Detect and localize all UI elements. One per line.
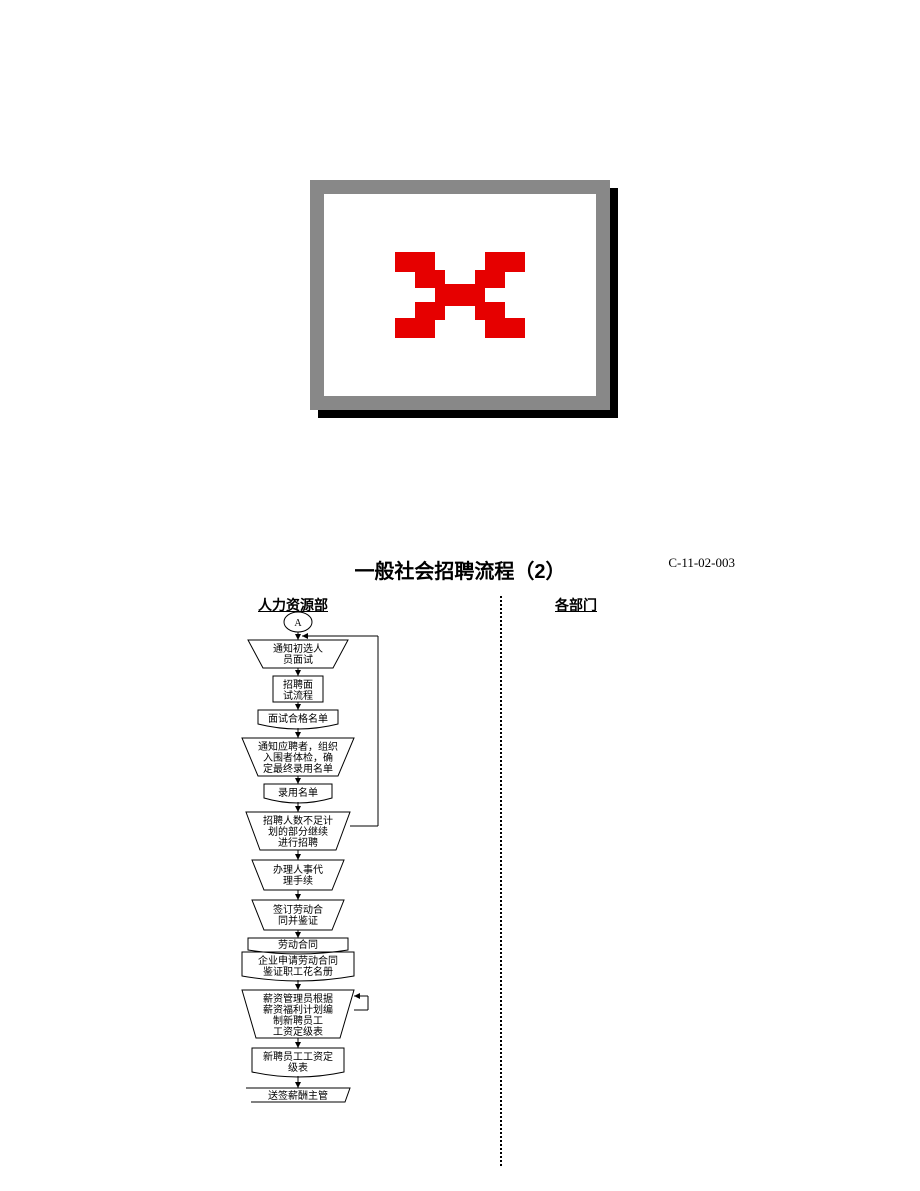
- node-n4-l2: 入围者体检，确: [263, 751, 333, 764]
- node-n8-l2: 同并鉴证: [278, 914, 318, 927]
- node-n10-l2: 薪资福利计划编: [263, 1003, 333, 1016]
- logo-x-icon: [385, 240, 535, 350]
- node-n6-l2: 划的部分继续: [268, 825, 328, 838]
- node-n6-l1: 招聘人数不足计: [263, 814, 333, 827]
- node-n7-l2: 理手续: [283, 874, 313, 887]
- node-start: A: [294, 618, 302, 629]
- node-n6-l3: 进行招聘: [278, 836, 318, 849]
- node-n3: 面试合格名单: [268, 712, 328, 725]
- document-number: C-11-02-003: [668, 555, 735, 571]
- node-n11-l2: 级表: [288, 1061, 308, 1074]
- swimlane-divider: [500, 596, 502, 1166]
- node-n9b-l2: 鉴证职工花名册: [263, 965, 333, 978]
- node-n10-l3: 制新聘员工: [273, 1014, 323, 1027]
- flowchart-title: 一般社会招聘流程（2）: [0, 555, 920, 584]
- node-n10-l1: 薪资管理员根据: [263, 992, 333, 1005]
- node-n9a: 劳动合同: [278, 938, 318, 951]
- flowchart: A 通知初选人 员面试 招聘面 试流程 面试合格名单 通知应聘者，组织 入围者体…: [218, 610, 458, 1170]
- node-n1-l2: 员面试: [283, 653, 313, 666]
- node-n4-l1: 通知应聘者，组织: [258, 740, 338, 753]
- logo-box: [310, 180, 610, 410]
- node-n7-l1: 办理人事代: [273, 863, 323, 876]
- node-n10-l4: 工资定级表: [273, 1025, 323, 1038]
- node-n12: 送签薪酬主管: [268, 1089, 328, 1102]
- node-n8-l1: 签订劳动合: [273, 903, 323, 916]
- node-n5: 录用名单: [278, 786, 318, 799]
- node-n2-l2: 试流程: [283, 689, 313, 702]
- lane-header-dept: 各部门: [555, 595, 597, 615]
- node-n1-l1: 通知初选人: [273, 642, 323, 655]
- node-n9b-l1: 企业申请劳动合同: [258, 954, 338, 967]
- node-n4-l3: 定最终录用名单: [263, 762, 333, 775]
- node-n2-l1: 招聘面: [283, 678, 313, 691]
- node-n11-l1: 新聘员工工资定: [263, 1050, 333, 1063]
